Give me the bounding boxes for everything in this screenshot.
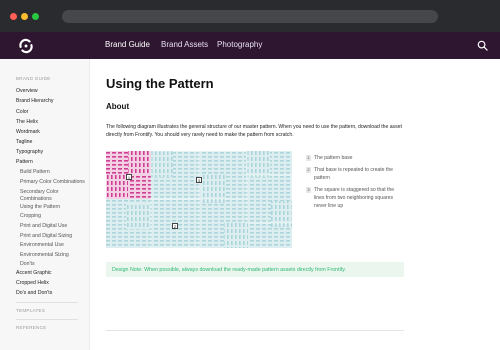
address-bar[interactable]: [62, 10, 438, 23]
sidebar-item-wordmark[interactable]: Wordmark: [16, 129, 40, 135]
close-window-button[interactable]: [10, 13, 17, 20]
sidebar-section-reference[interactable]: REFERENCE: [16, 325, 46, 330]
sidebar-divider: [16, 302, 78, 303]
pattern-diagram: 1 3 2: [106, 151, 292, 248]
pattern-marker-3: 3: [196, 177, 202, 183]
pattern-marker-1: 1: [126, 174, 132, 180]
sidebar-item-the-helix[interactable]: The Helix: [16, 119, 38, 125]
sidebar-item-tagline[interactable]: Tagline: [16, 139, 32, 145]
maximize-window-button[interactable]: [32, 13, 39, 20]
sidebar-subitem-print-and-digital-use[interactable]: Print and Digital Use: [20, 223, 67, 229]
content-divider: [106, 330, 404, 331]
sidebar-subitem-print-and-digital-sizing[interactable]: Print and Digital Sizing: [20, 233, 72, 239]
sidebar-item-typography[interactable]: Typography: [16, 149, 43, 155]
legend-text: The square is staggered so that the line…: [314, 187, 395, 209]
sidebar-item-pattern[interactable]: Pattern: [16, 159, 33, 165]
sidebar-item-dos-and-donts[interactable]: Do's and Don'ts: [16, 290, 52, 296]
sidebar-section-label: BRAND GUIDE: [16, 76, 51, 81]
sidebar-subitem-donts[interactable]: Don'ts: [20, 261, 35, 267]
site-header: Brand Guide Brand Assets Photography: [0, 32, 500, 59]
sidebar-subitem-environmental-sizing[interactable]: Environmental Sizing: [20, 252, 69, 258]
sidebar-item-cropped-helix[interactable]: Cropped Helix: [16, 280, 49, 286]
legend-number: 2: [306, 167, 311, 173]
nav-photography[interactable]: Photography: [217, 40, 262, 49]
legend-number: 1: [306, 155, 311, 161]
design-note-callout: Design Note: When possible, always downl…: [106, 262, 404, 277]
sidebar-item-brand-hierarchy[interactable]: Brand Hierarchy: [16, 98, 53, 104]
legend-text: The pattern base: [314, 155, 353, 161]
sidebar-item-color[interactable]: Color: [16, 109, 28, 115]
sidebar-subitem-cropping[interactable]: Cropping: [20, 213, 41, 219]
sidebar-subitem-secondary-color-combinations[interactable]: Secondary Color: [20, 189, 59, 195]
sidebar-subitem-build-pattern[interactable]: Build Pattern: [20, 169, 50, 175]
pattern-marker-2: 2: [172, 223, 178, 229]
sidebar-subitem-secondary-color-combinations-cont[interactable]: Combinations: [20, 196, 52, 202]
nav-brand-guide[interactable]: Brand Guide: [105, 40, 150, 49]
page-title: Using the Pattern: [106, 76, 214, 91]
browser-title-bar: [0, 0, 500, 32]
search-icon[interactable]: [477, 40, 488, 51]
legend-text: That base is repeated to create the patt…: [314, 167, 394, 181]
sidebar-subitem-environmental-use[interactable]: Environmental Use: [20, 242, 64, 248]
sidebar-section-templates[interactable]: TEMPLATES: [16, 308, 45, 313]
legend-number: 3: [306, 187, 311, 193]
minimize-window-button[interactable]: [21, 13, 28, 20]
swirl-logo-icon[interactable]: [17, 37, 35, 55]
sidebar-nav: BRAND GUIDE Overview Brand Hierarchy Col…: [0, 59, 90, 350]
intro-paragraph: The following diagram illustrates the ge…: [106, 124, 402, 138]
sidebar-subitem-primary-color-combinations[interactable]: Primary Color Combinations: [20, 179, 85, 185]
section-title: About: [106, 102, 130, 111]
sidebar-item-accent-graphic[interactable]: Accent Graphic: [16, 270, 51, 276]
nav-brand-assets[interactable]: Brand Assets: [161, 40, 208, 49]
sidebar-divider: [16, 319, 78, 320]
sidebar-subitem-using-the-pattern[interactable]: Using the Pattern: [20, 204, 60, 210]
sidebar-item-overview[interactable]: Overview: [16, 88, 38, 94]
